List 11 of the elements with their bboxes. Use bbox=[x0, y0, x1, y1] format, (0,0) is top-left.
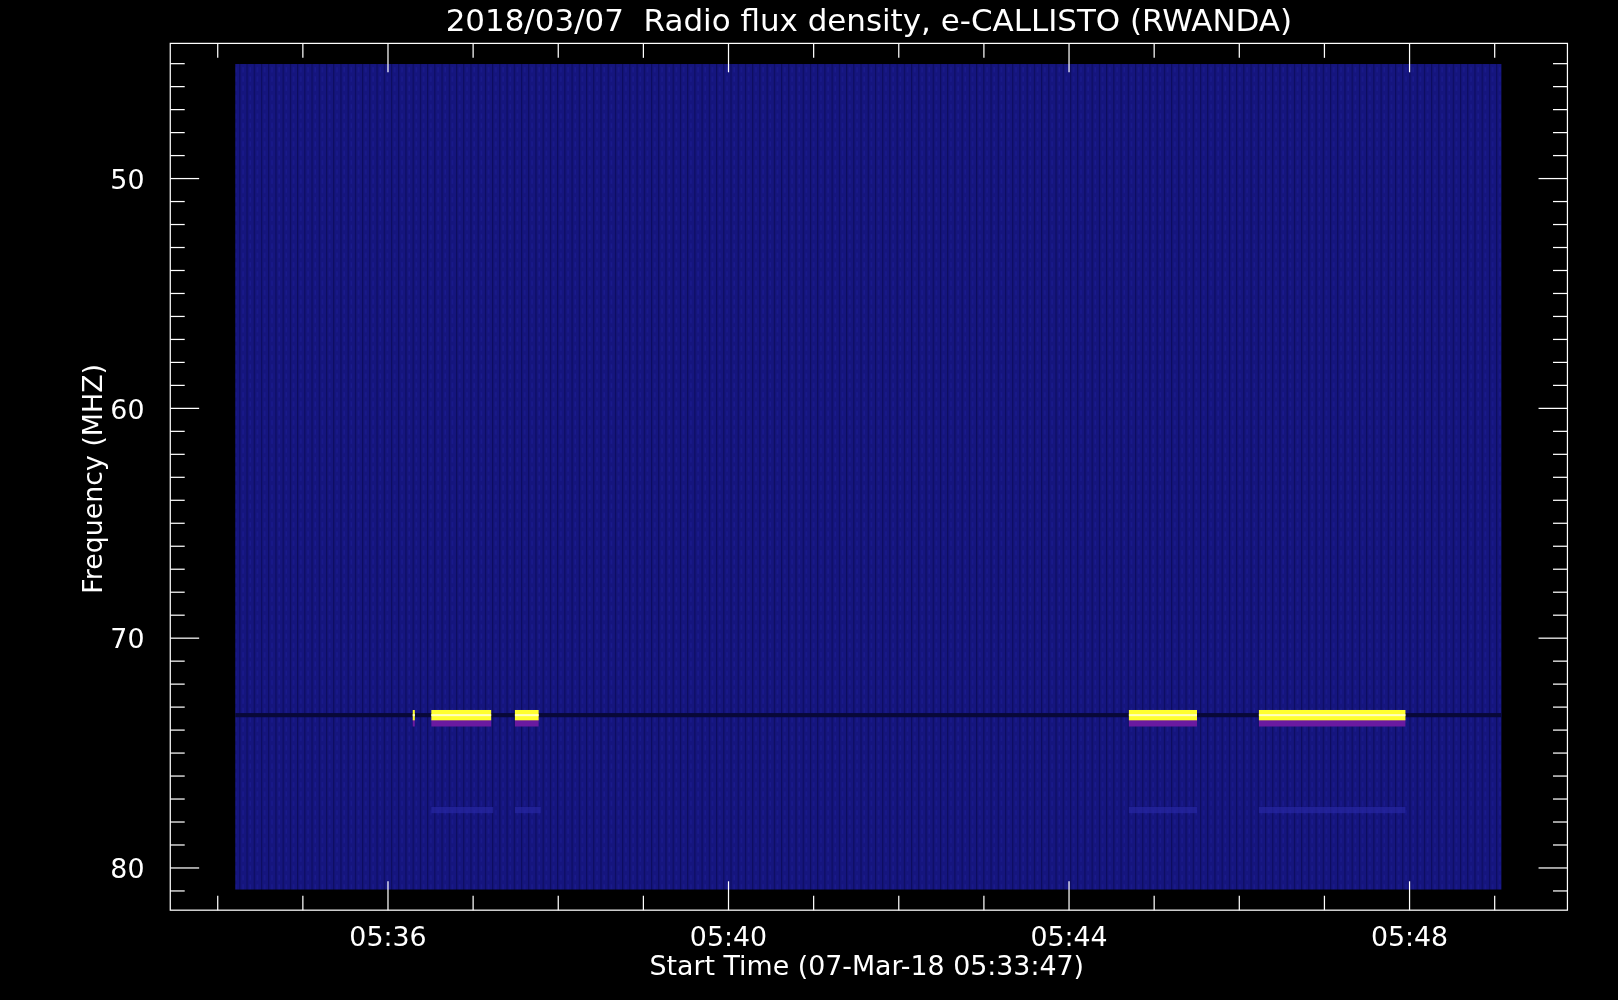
tick-label: 70 bbox=[110, 623, 145, 655]
chart-title: 2018/03/07 Radio flux density, e-CALLISTO (RWANDA) bbox=[445, 2, 1293, 38]
axis-title: Frequency (MHZ) bbox=[77, 364, 109, 594]
tick-label: 05:40 bbox=[689, 921, 768, 953]
tick-label: 05:36 bbox=[349, 921, 427, 953]
axis-title: Start Time (07-Mar-18 05:33:47) bbox=[649, 950, 1085, 982]
tick-label: 50 bbox=[110, 163, 145, 195]
tick-label: 05:48 bbox=[1370, 921, 1449, 953]
tick-label: 80 bbox=[110, 853, 145, 885]
tick-label: 60 bbox=[110, 393, 145, 425]
tick-label: 05:44 bbox=[1030, 921, 1108, 953]
